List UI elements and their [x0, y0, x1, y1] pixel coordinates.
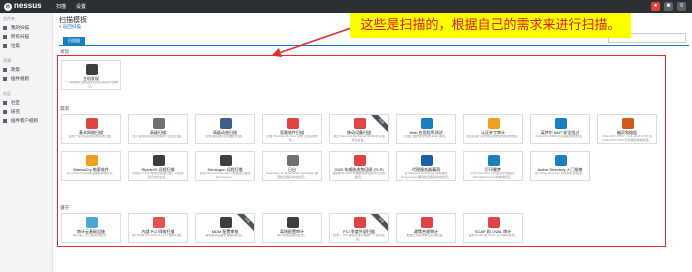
annotation-arrow	[271, 26, 355, 57]
nav-settings[interactable]: 设置	[76, 3, 86, 10]
nav-scans[interactable]: 扫描	[56, 3, 66, 10]
rules-icon	[3, 118, 7, 123]
policy-icon	[3, 67, 7, 72]
annotation-highlight-box	[57, 55, 666, 247]
menu-icon[interactable]: ≡	[677, 2, 686, 11]
tab-scanner[interactable]: 扫描器	[63, 37, 85, 45]
plugin-icon	[3, 76, 7, 81]
sidebar	[0, 13, 53, 272]
nessus-logo[interactable]: n nessus	[4, 1, 42, 11]
user-icon[interactable]: ☻	[664, 2, 673, 11]
community-icon	[3, 100, 7, 105]
back-to-scans-link[interactable]: < 返回扫描	[59, 24, 81, 30]
sidebar-item-plugin-rules[interactable]: 插件规则	[3, 76, 29, 82]
notification-bell-icon[interactable]: ●	[651, 2, 660, 11]
top-bar: n nessus 扫描 设置 ● ☻ ≡	[0, 0, 692, 13]
sidebar-section-folders: 文件夹	[3, 16, 15, 21]
sidebar-item-all-scans[interactable]: 所有扫描	[3, 34, 29, 40]
logo-icon: n	[4, 3, 12, 11]
sidebar-section-community: 社区	[3, 91, 11, 96]
sidebar-section-resources: 资源	[3, 58, 11, 63]
sidebar-item-community[interactable]: 社区	[3, 100, 20, 106]
tab-underline	[59, 45, 689, 46]
folder-icon	[3, 25, 7, 30]
sidebar-item-research[interactable]: 研究	[3, 109, 20, 115]
sidebar-item-trash[interactable]: 垃圾	[3, 43, 20, 49]
sidebar-item-policies[interactable]: 政策	[3, 67, 20, 73]
research-icon	[3, 109, 7, 114]
folder-icon	[3, 34, 7, 39]
sidebar-item-my-scans[interactable]: 我的扫描	[3, 25, 29, 31]
trash-icon	[3, 43, 7, 48]
annotation-callout: 这些是扫描的，根据自己的需求来进行扫描。	[350, 13, 631, 38]
logo-text: nessus	[14, 1, 42, 10]
sidebar-item-custom-rules[interactable]: 插件客户规则	[3, 118, 38, 124]
